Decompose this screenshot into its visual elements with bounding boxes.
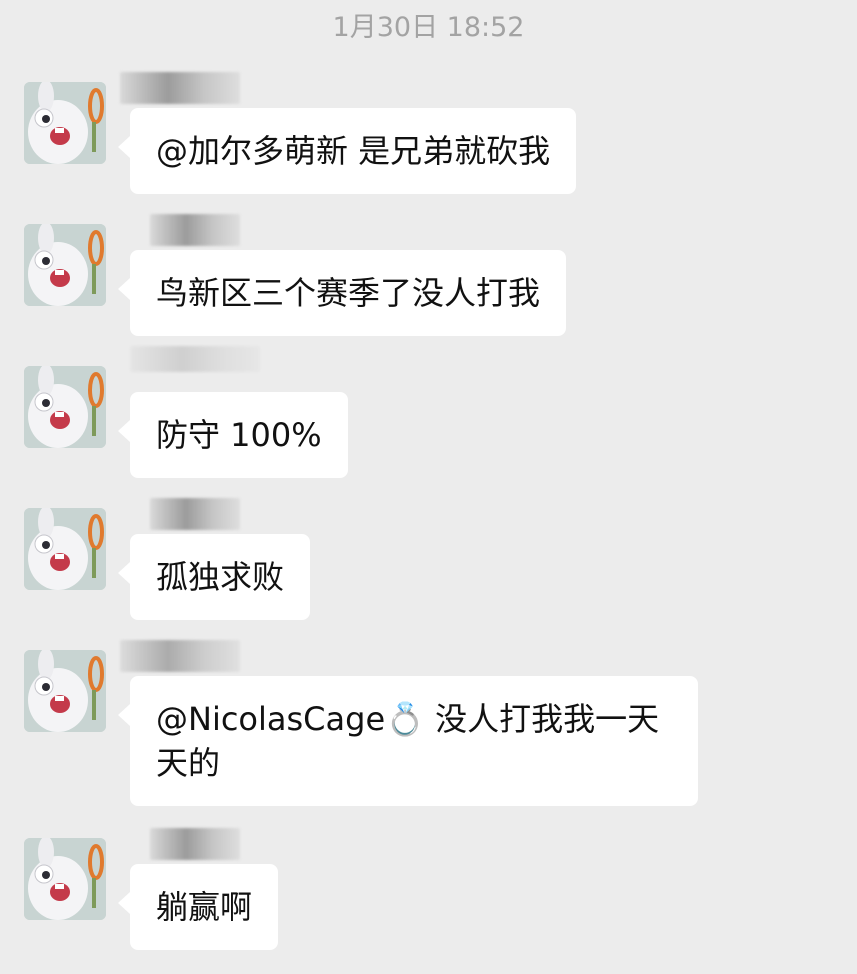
white-rabbit-avatar-icon[interactable] <box>24 224 106 306</box>
white-rabbit-avatar-icon[interactable] <box>24 366 106 448</box>
message-bubble[interactable]: 孤独求败 <box>117 534 311 620</box>
sender-name-blurred <box>150 828 240 860</box>
sender-name-blurred <box>120 72 240 104</box>
white-rabbit-avatar-icon[interactable] <box>24 82 106 164</box>
message-bubble[interactable]: 鸟新区三个赛季了没人打我 <box>117 250 567 336</box>
sender-name-blurred <box>150 214 240 246</box>
white-rabbit-avatar-icon[interactable] <box>24 650 106 732</box>
white-rabbit-avatar-icon[interactable] <box>24 838 106 920</box>
sender-name-blurred <box>150 498 240 530</box>
sender-name-blurred <box>120 640 240 672</box>
message-bubble[interactable]: @NicolasCage💍 没人打我我一天天的 <box>118 676 698 806</box>
message-bubble[interactable]: @加尔多萌新 是兄弟就砍我 <box>117 108 577 194</box>
chat-timestamp: 1月30日 18:52 <box>332 12 525 43</box>
sender-name-blurred <box>130 346 260 372</box>
message-bubble[interactable]: 防守 100% <box>118 392 348 478</box>
white-rabbit-avatar-icon[interactable] <box>24 508 106 590</box>
message-bubble[interactable]: 躺赢啊 <box>117 864 279 950</box>
